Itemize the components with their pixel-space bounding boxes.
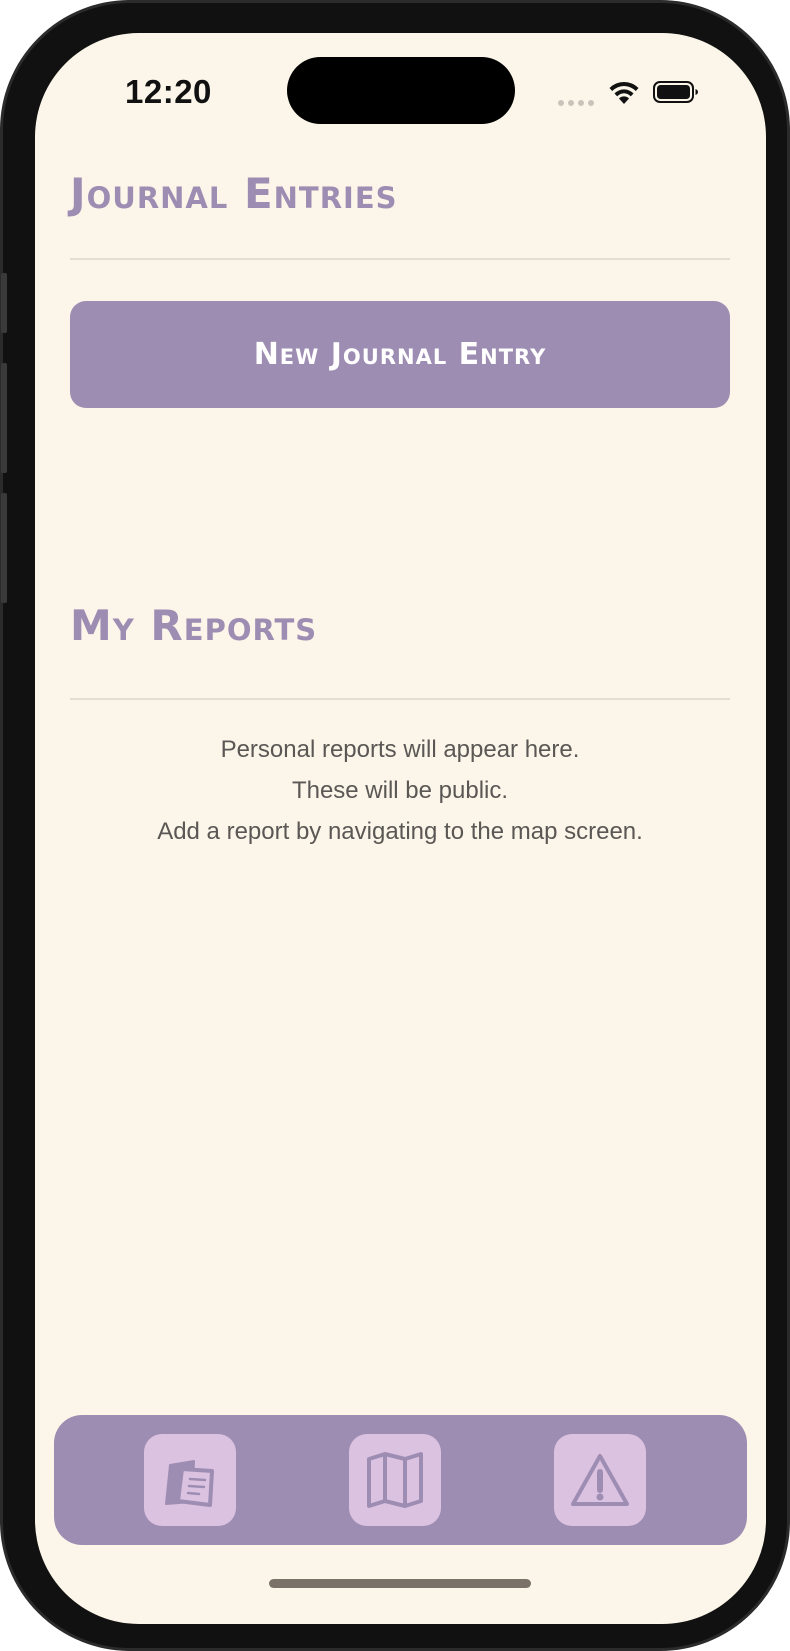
tab-reports[interactable] xyxy=(554,1434,646,1526)
tab-bar xyxy=(54,1415,747,1545)
empty-message-line: Add a report by navigating to the map sc… xyxy=(157,818,643,845)
volume-up-button xyxy=(1,363,7,473)
dynamic-island xyxy=(287,57,515,124)
map-icon xyxy=(367,1452,423,1508)
app-screen: 12:20 Journal Entries New Journal Entry … xyxy=(35,33,766,1624)
tab-map[interactable] xyxy=(349,1434,441,1526)
empty-message-line: These will be public. xyxy=(291,777,509,804)
cellular-signal-icon xyxy=(558,100,594,106)
wifi-icon xyxy=(609,81,639,104)
volume-down-button xyxy=(1,493,7,603)
journal-entries-title: Journal Entries xyxy=(70,169,398,218)
battery-icon xyxy=(653,81,698,103)
journal-notes-icon xyxy=(165,1460,214,1507)
my-reports-title: My Reports xyxy=(70,601,318,650)
empty-message-line: Personal reports will appear here. xyxy=(220,736,580,763)
journal-divider xyxy=(70,258,730,260)
reports-empty-message: Personal reports will appear here. These… xyxy=(70,729,730,852)
home-indicator[interactable] xyxy=(269,1579,531,1588)
new-journal-entry-button[interactable]: New Journal Entry xyxy=(70,301,730,408)
mute-switch xyxy=(1,273,7,333)
tab-journal[interactable] xyxy=(144,1434,236,1526)
status-time: 12:20 xyxy=(125,73,212,110)
phone-frame: 12:20 Journal Entries New Journal Entry … xyxy=(0,0,790,1651)
warning-icon xyxy=(571,1454,629,1506)
reports-divider xyxy=(70,698,730,700)
